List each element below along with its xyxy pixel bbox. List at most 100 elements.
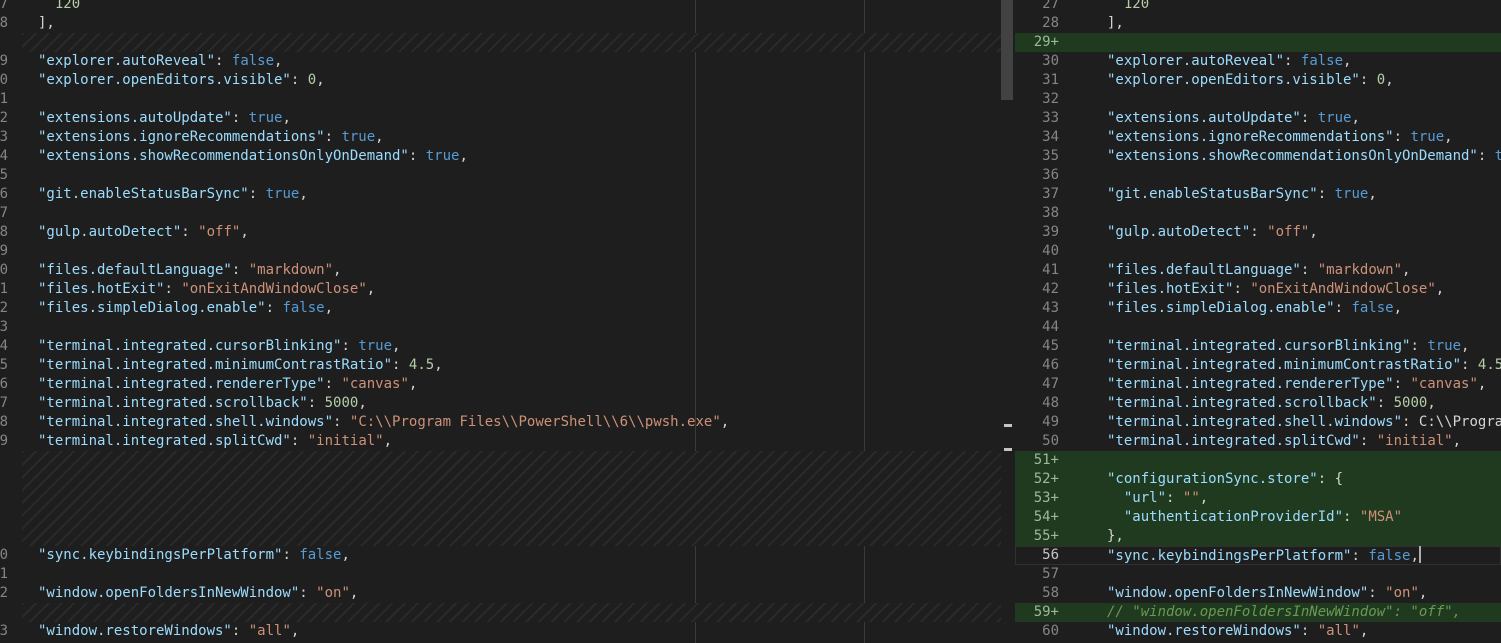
code-line[interactable]: 49 "terminal.integrated.shell.windows": C… bbox=[1015, 413, 1501, 432]
code-line[interactable]: 50 "terminal.integrated.splitCwd": "initi… bbox=[1015, 432, 1501, 451]
line-number: 28 bbox=[1042, 15, 1059, 31]
line-number: 38 bbox=[1042, 205, 1059, 221]
code-line[interactable]: 57 bbox=[1015, 565, 1501, 584]
code-line[interactable]: 35 bbox=[0, 166, 1001, 185]
diff-modified-pane[interactable]: 27 120 28], 29+ 30 "explorer.autoReveal": fa… bbox=[1015, 0, 1501, 643]
code-text: "window.restoreWindows": "all", bbox=[38, 623, 300, 639]
line-number: 50 bbox=[0, 547, 8, 563]
overview-ruler-marker bbox=[1004, 448, 1012, 451]
code-text: "files.simpleDialog.enable": false, bbox=[38, 300, 334, 316]
line-number: 47 bbox=[1042, 376, 1059, 392]
code-line[interactable]: 33 "extensions.autoUpdate": true, bbox=[1015, 109, 1501, 128]
code-line[interactable]: 47 "terminal.integrated.scrollback": 5000… bbox=[0, 394, 1001, 413]
code-line[interactable]: 41 "files.defaultLanguage": "markdown", bbox=[1015, 261, 1501, 280]
code-line[interactable]: 28], bbox=[0, 14, 1001, 33]
scrollbar-thumb[interactable] bbox=[1001, 0, 1013, 100]
code-line[interactable]: 48 "terminal.integrated.scrollback": 5000… bbox=[1015, 394, 1501, 413]
line-number: 31 bbox=[0, 91, 8, 107]
code-line[interactable]: 51+ bbox=[1015, 451, 1501, 470]
code-line[interactable]: 31 bbox=[0, 90, 1001, 109]
code-line[interactable]: 45 "terminal.integrated.minimumContrastRa… bbox=[0, 356, 1001, 375]
line-number: 59+ bbox=[1033, 604, 1059, 620]
code-text: "terminal.integrated.cursorBlinking": tr… bbox=[1107, 338, 1470, 354]
line-number: 42 bbox=[1042, 281, 1059, 297]
line-number: 50 bbox=[1042, 433, 1059, 449]
code-line[interactable]: 49 "terminal.integrated.splitCwd": "initi… bbox=[0, 432, 1001, 451]
code-line[interactable]: 30 "explorer.autoReveal": false, bbox=[1015, 52, 1501, 71]
code-line[interactable]: 36 bbox=[1015, 166, 1501, 185]
code-line[interactable]: 40 "files.defaultLanguage": "markdown", bbox=[0, 261, 1001, 280]
line-number: 39 bbox=[1042, 224, 1059, 240]
code-line[interactable]: 53+ "url": "", bbox=[1015, 489, 1501, 508]
code-line[interactable]: 39 "gulp.autoDetect": "off", bbox=[1015, 223, 1501, 242]
code-line[interactable]: 52+ "configurationSync.store": { bbox=[1015, 470, 1501, 489]
line-number: 51 bbox=[0, 566, 8, 582]
code-text: 120 bbox=[54, 0, 81, 12]
diff-original-pane[interactable]: 27 12028], 29"explorer.autoReveal": false… bbox=[0, 0, 1001, 643]
code-line[interactable]: 38 bbox=[1015, 204, 1501, 223]
code-line[interactable]: 28], bbox=[1015, 14, 1501, 33]
code-text: "extensions.showRecommendationsOnlyOnDem… bbox=[1107, 148, 1501, 164]
code-line[interactable]: 41 "files.hotExit": "onExitAndWindowClose… bbox=[0, 280, 1001, 299]
code-line[interactable]: 47 "terminal.integrated.rendererType": "c… bbox=[1015, 375, 1501, 394]
code-line[interactable]: 46 "terminal.integrated.rendererType": "c… bbox=[0, 375, 1001, 394]
code-line[interactable]: 35 "extensions.showRecommendationsOnlyOnD… bbox=[1015, 147, 1501, 166]
code-text: "terminal.integrated.splitCwd": "initial… bbox=[1107, 433, 1462, 449]
code-line[interactable]: 36 "git.enableStatusBarSync": true, bbox=[0, 185, 1001, 204]
code-line[interactable]: 40 bbox=[1015, 242, 1501, 261]
line-number: 32 bbox=[1042, 91, 1059, 107]
code-text: "explorer.openEditors.visible": 0, bbox=[1107, 72, 1394, 88]
line-number: 41 bbox=[1042, 262, 1059, 278]
code-line[interactable]: 34 "extensions.showRecommendationsOnlyOnD… bbox=[0, 147, 1001, 166]
code-line[interactable]: 50 "sync.keybindingsPerPlatform": false, bbox=[0, 546, 1001, 565]
code-line[interactable]: 37 bbox=[0, 204, 1001, 223]
code-line[interactable]: 30 "explorer.openEditors.visible": 0, bbox=[0, 71, 1001, 90]
code-text: 120 bbox=[1123, 0, 1150, 12]
code-line[interactable]: 54+ "authenticationProviderId": "MSA" bbox=[1015, 508, 1501, 527]
code-line[interactable]: 46 "terminal.integrated.minimumContrastRa… bbox=[1015, 356, 1501, 375]
code-text: "terminal.integrated.shell.windows": "C:… bbox=[38, 414, 730, 430]
code-line[interactable]: 60 "window.restoreWindows": "all", bbox=[1015, 622, 1501, 641]
code-line[interactable]: 55+}, bbox=[1015, 527, 1501, 546]
code-line[interactable]: 32 "extensions.autoUpdate": true, bbox=[0, 109, 1001, 128]
line-number: 45 bbox=[0, 357, 8, 373]
code-text: "sync.keybindingsPerPlatform": false, bbox=[1107, 546, 1421, 564]
code-line[interactable]: 31 "explorer.openEditors.visible": 0, bbox=[1015, 71, 1501, 90]
code-text: "extensions.autoUpdate": true, bbox=[38, 110, 291, 126]
code-line[interactable]: 27 120 bbox=[0, 0, 1001, 14]
code-line[interactable]: 48 "terminal.integrated.shell.windows": "… bbox=[0, 413, 1001, 432]
code-line[interactable]: 43 "files.simpleDialog.enable": false, bbox=[1015, 299, 1501, 318]
code-line[interactable]: 27 120 bbox=[1015, 0, 1501, 14]
code-line[interactable]: 52 "window.openFoldersInNewWindow": "on", bbox=[0, 584, 1001, 603]
code-line[interactable]: 38 "gulp.autoDetect": "off", bbox=[0, 223, 1001, 242]
code-line[interactable]: 29 "explorer.autoReveal": false, bbox=[0, 52, 1001, 71]
line-number: 34 bbox=[1042, 129, 1059, 145]
code-line[interactable]: 43 bbox=[0, 318, 1001, 337]
line-number: 27 bbox=[1042, 0, 1059, 12]
line-number: 32 bbox=[0, 110, 8, 126]
line-number: 36 bbox=[0, 186, 8, 202]
code-line[interactable]: 34 "extensions.ignoreRecommendations": tr… bbox=[1015, 128, 1501, 147]
code-line[interactable]: 44 "terminal.integrated.cursorBlinking": … bbox=[0, 337, 1001, 356]
line-number: 41 bbox=[0, 281, 8, 297]
code-text: "terminal.integrated.rendererType": "can… bbox=[38, 376, 418, 392]
code-line[interactable]: 56 "sync.keybindingsPerPlatform": false, bbox=[1015, 546, 1501, 565]
code-line[interactable]: 29+ bbox=[1015, 33, 1501, 52]
code-line[interactable]: 42 "files.simpleDialog.enable": false, bbox=[0, 299, 1001, 318]
line-number: 38 bbox=[0, 224, 8, 240]
line-number: 52 bbox=[0, 585, 8, 601]
code-line[interactable]: 33 "extensions.ignoreRecommendations": tr… bbox=[0, 128, 1001, 147]
code-line[interactable]: 58 "window.openFoldersInNewWindow": "on", bbox=[1015, 584, 1501, 603]
code-line[interactable]: 39 bbox=[0, 242, 1001, 261]
code-line[interactable]: 32 bbox=[1015, 90, 1501, 109]
code-line[interactable]: 59+ // "window.openFoldersInNewWindow": "… bbox=[1015, 603, 1501, 622]
line-number: 46 bbox=[1042, 357, 1059, 373]
line-number: 31 bbox=[1042, 72, 1059, 88]
code-line[interactable]: 45 "terminal.integrated.cursorBlinking": … bbox=[1015, 337, 1501, 356]
code-line[interactable]: 42 "files.hotExit": "onExitAndWindowClose… bbox=[1015, 280, 1501, 299]
code-line[interactable]: 53 "window.restoreWindows": "all", bbox=[0, 622, 1001, 641]
code-line[interactable]: 37 "git.enableStatusBarSync": true, bbox=[1015, 185, 1501, 204]
code-line[interactable]: 44 bbox=[1015, 318, 1501, 337]
line-number: 33 bbox=[0, 129, 8, 145]
code-line[interactable]: 51 bbox=[0, 565, 1001, 584]
